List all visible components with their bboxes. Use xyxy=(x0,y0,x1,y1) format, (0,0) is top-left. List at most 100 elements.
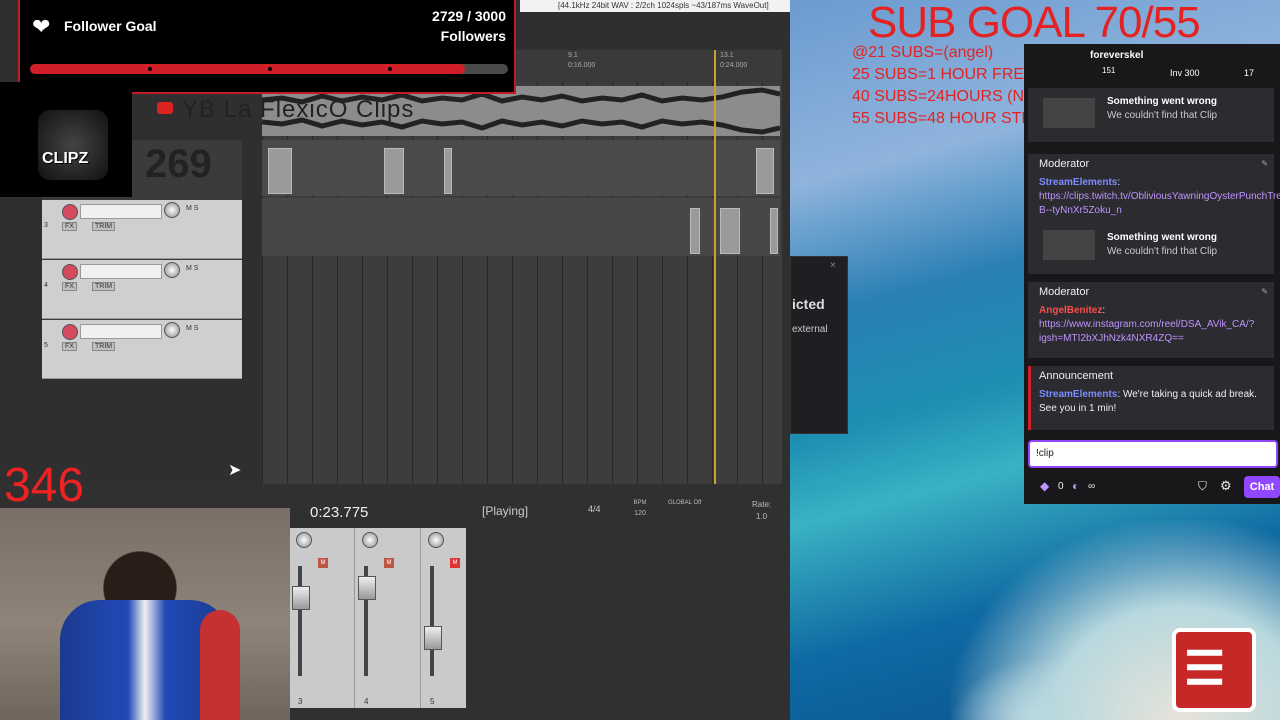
clip-error-title: Something went wrong xyxy=(1107,232,1217,243)
rate-label: Rate: xyxy=(752,500,772,509)
bpm-label: BPM xyxy=(633,500,647,506)
chat-message[interactable]: Something went wrong We couldn't find th… xyxy=(1028,88,1274,142)
fader-handle[interactable] xyxy=(424,626,442,650)
chat-message-body: AngelBenitez: https://www.instagram.com/… xyxy=(1039,305,1255,344)
follower-goal-progress-fill xyxy=(30,64,465,74)
record-arm-button[interactable] xyxy=(62,324,78,340)
fader-track[interactable] xyxy=(292,566,310,676)
chat-announcement[interactable]: Announcement StreamElements: We're takin… xyxy=(1028,366,1274,430)
youtube-icon xyxy=(157,102,173,114)
fader-track[interactable] xyxy=(358,566,376,676)
progress-marker xyxy=(268,67,272,71)
midi-item[interactable] xyxy=(444,148,452,194)
track-header[interactable]: M S 5 FX TRIM xyxy=(42,320,242,379)
fader-handle[interactable] xyxy=(292,586,310,610)
trim-button[interactable]: TRIM xyxy=(92,222,116,231)
dialog-title: icted xyxy=(792,296,825,312)
volume-knob[interactable] xyxy=(164,322,180,338)
close-icon[interactable]: × xyxy=(830,260,836,271)
mixer-channel[interactable]: M 3 xyxy=(290,528,355,708)
midi-item[interactable] xyxy=(756,148,774,194)
track-header[interactable]: M S 3 FX TRIM xyxy=(42,200,242,259)
mute-button[interactable]: M xyxy=(318,558,328,568)
track-name-field[interactable] xyxy=(80,204,162,219)
chat-username[interactable]: AngelBenitez xyxy=(1039,305,1102,316)
pan-knob[interactable] xyxy=(362,532,378,548)
volume-knob[interactable] xyxy=(164,262,180,278)
global-label: GLOBAL xyxy=(668,500,692,506)
bits-icon[interactable]: ◐ xyxy=(1072,479,1079,493)
mute-button[interactable]: M xyxy=(450,558,460,568)
track-name-field[interactable] xyxy=(80,324,162,339)
global-automation-button[interactable]: GLOBAL Off xyxy=(668,500,701,506)
progress-marker xyxy=(148,67,152,71)
card-actions[interactable]: ✎ xyxy=(1261,287,1268,296)
midi-item[interactable] xyxy=(770,208,778,254)
midi-item[interactable] xyxy=(384,148,404,194)
track-header[interactable]: M S 4 FX TRIM xyxy=(42,260,242,319)
mouse-cursor-icon: ➤ xyxy=(228,462,242,479)
follower-goal-count: 2729 / 3000 xyxy=(432,8,506,24)
chat-input[interactable] xyxy=(1028,440,1278,468)
fader-track[interactable] xyxy=(424,566,442,676)
fx-button[interactable]: FX xyxy=(62,282,77,291)
gear-icon[interactable]: ⚙ xyxy=(1220,478,1232,494)
chat-send-button[interactable]: Chat xyxy=(1244,476,1280,498)
ruler-time-label: 0:16.000 xyxy=(568,62,596,69)
channel-logo xyxy=(38,110,108,180)
card-actions[interactable]: ✎ xyxy=(1261,159,1268,168)
pan-knob[interactable] xyxy=(428,532,444,548)
ruler-bar-label: 13.1 xyxy=(720,52,734,59)
channel-logo-text: CLIPZ xyxy=(42,150,89,167)
chat-panel: foreverskel 151 Inv 300 17 Something wen… xyxy=(1024,44,1280,504)
record-arm-button[interactable] xyxy=(62,204,78,220)
chat-input-value: !clip xyxy=(1036,448,1054,459)
mixer-channel[interactable]: M 5 xyxy=(422,528,486,708)
bits-value: ∞ xyxy=(1088,481,1096,492)
fx-button[interactable]: FX xyxy=(62,222,77,231)
chat-message-moderator[interactable]: Moderator ✎ StreamElements: https://clip… xyxy=(1028,154,1280,274)
chat-message-moderator[interactable]: Moderator ✎ AngelBenitez: https://www.in… xyxy=(1028,282,1274,358)
channel-number: 5 xyxy=(430,697,435,706)
chat-link[interactable]: https://www.instagram.com/reel/DSA_AVik_… xyxy=(1039,319,1254,344)
shield-icon[interactable]: ⛉ xyxy=(1198,479,1207,494)
fader-handle[interactable] xyxy=(358,576,376,600)
rate-value[interactable]: 1.0 xyxy=(756,512,767,521)
follower-goal-unit: Followers xyxy=(440,28,506,44)
mute-solo-buttons[interactable]: M S xyxy=(186,325,198,332)
mixer-channel[interactable]: M 4 xyxy=(356,528,421,708)
trim-button[interactable]: TRIM xyxy=(92,282,116,291)
midi-item[interactable] xyxy=(720,208,740,254)
track-lane-2[interactable] xyxy=(262,140,780,196)
bpm-value[interactable]: 120 xyxy=(630,510,650,517)
invite-count: Inv 300 xyxy=(1170,68,1200,78)
mixer-panel: M 3 M 4 M 5 xyxy=(290,528,466,708)
chat-link[interactable]: https://clips.twitch.tv/ObliviousYawning… xyxy=(1039,191,1280,216)
chat-username[interactable]: StreamElements xyxy=(1039,177,1117,188)
chat-username[interactable]: StreamElements xyxy=(1039,389,1117,400)
mute-solo-buttons[interactable]: M S xyxy=(186,265,198,272)
moderator-heading: Moderator xyxy=(1039,286,1090,298)
channel-number: 4 xyxy=(364,697,369,706)
top-chatter-name[interactable]: foreverskel xyxy=(1090,50,1143,61)
play-cursor xyxy=(714,50,716,484)
chat-message-body: StreamElements: https://clips.twitch.tv/… xyxy=(1039,176,1280,218)
clip-error-message: We couldn't find that Clip xyxy=(1107,110,1218,121)
fx-button[interactable]: FX xyxy=(62,342,77,351)
track-name-field[interactable] xyxy=(80,264,162,279)
pan-knob[interactable] xyxy=(296,532,312,548)
track-number: 3 xyxy=(44,222,48,229)
track-lane-3[interactable] xyxy=(262,198,780,256)
follower-goal-widget: ❤ Follower Goal 2729 / 3000 Followers xyxy=(18,0,516,94)
app-icon-glyph: ☰ xyxy=(1184,642,1226,694)
trim-button[interactable]: TRIM xyxy=(92,342,116,351)
mute-solo-buttons[interactable]: M S xyxy=(186,205,198,212)
record-arm-button[interactable] xyxy=(62,264,78,280)
track-number: 4 xyxy=(44,282,48,289)
time-signature[interactable]: 4/4 xyxy=(588,504,601,514)
channel-points-icon[interactable]: ◆ xyxy=(1040,479,1049,493)
midi-item[interactable] xyxy=(268,148,292,194)
midi-item[interactable] xyxy=(690,208,700,254)
volume-knob[interactable] xyxy=(164,202,180,218)
mute-button[interactable]: M xyxy=(384,558,394,568)
